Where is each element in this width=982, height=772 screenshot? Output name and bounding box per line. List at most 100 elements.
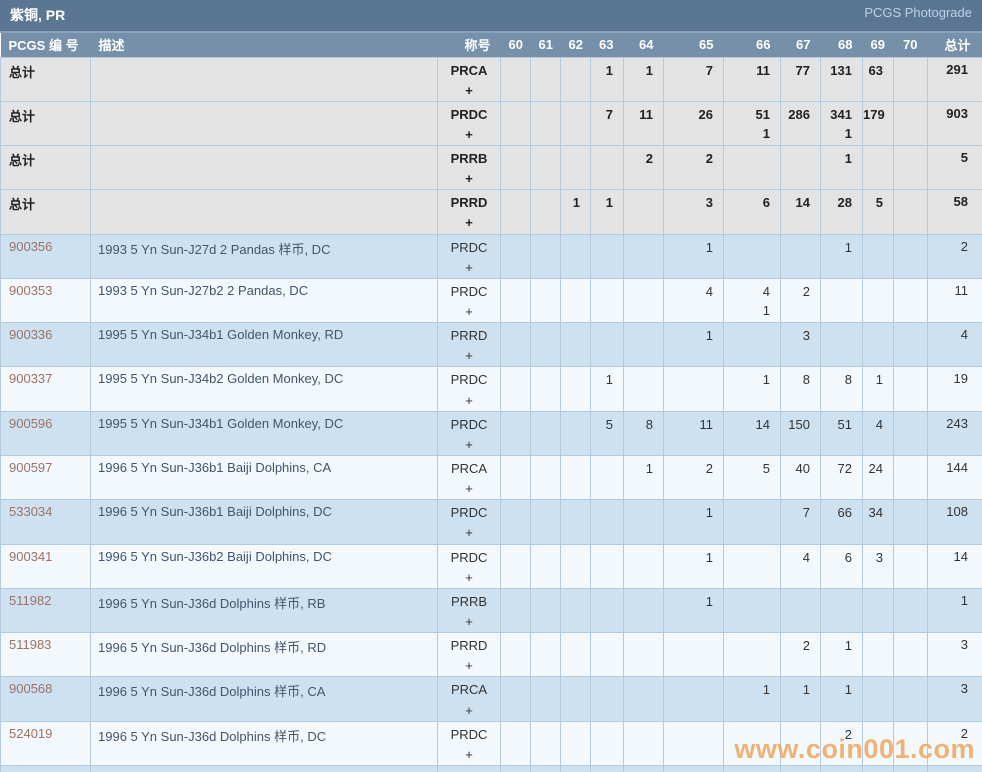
pcgs-number-link[interactable]: 511983 [9, 637, 51, 652]
pcgs-number-header: PCGS 编 号 [0, 33, 91, 57]
pcgs-number-link[interactable]: 900597 [9, 460, 52, 475]
grade-count-cell [500, 366, 531, 412]
grade-count-cell [590, 455, 624, 501]
table-row: 533034 1996 5 Yn Sun-J36b1 Baiji Dolphins… [0, 499, 982, 545]
grade-count-cell [723, 145, 781, 191]
grade-count-cell: 1 [663, 587, 724, 634]
grade-count-cell: 286 [780, 100, 821, 147]
grade-count-cell: 8 [820, 366, 863, 412]
grade-count-cell [893, 277, 928, 324]
pcgs-number-link[interactable]: 511982 [9, 593, 51, 608]
grade-count-cell [560, 499, 591, 545]
grade-count-cell [623, 764, 664, 772]
table-row: 900596 1995 5 Yn Sun-J34b1 Golden Monkey,… [0, 410, 982, 457]
pcgs-number-link[interactable]: 900568 [9, 681, 52, 696]
pcgs-number-link[interactable]: 900336 [9, 327, 52, 342]
grade-count-cell [530, 277, 561, 324]
population-report-page: 紫铜, PR PCGS Photograde PCGS 编 号 描述 称号 60… [0, 0, 982, 772]
table-row: 总计 PRCA +1 1 7 11 77 131 63 291 [0, 56, 982, 102]
grade-count-cell: 4 [862, 410, 894, 457]
pcgs-number-cell: 900337 [0, 366, 91, 412]
grade-count-cell [862, 145, 894, 191]
pcgs-number-link[interactable]: 900596 [9, 416, 52, 431]
grade-count-cell [663, 366, 724, 412]
pcgs-number-link[interactable]: 900356 [9, 239, 52, 254]
pcgs-number-link[interactable]: 533034 [9, 504, 52, 519]
description-header: 描述 [90, 33, 438, 57]
grade-count-cell: 1 [820, 145, 863, 191]
pcgs-number-link[interactable]: 524019 [9, 726, 52, 741]
grade-count-cell: 1 [590, 56, 624, 102]
designation-cell: PRRB + [437, 145, 501, 191]
grade-count-cell [500, 455, 531, 501]
grade-header-64: 64 [623, 33, 664, 57]
grade-count-cell [530, 189, 561, 235]
grade-count-cell [862, 233, 894, 279]
grade-count-cell [500, 145, 531, 191]
total-row-label: 总计 [0, 189, 91, 235]
row-total-cell: 5 [927, 145, 982, 191]
grade-count-cell: 1 [663, 322, 724, 368]
row-total-cell: 58 [927, 189, 982, 235]
grade-count-cell [500, 543, 531, 589]
pcgs-number-link[interactable]: 900353 [9, 283, 52, 298]
pcgs-number-cell: 900596 [0, 410, 91, 457]
grade-count-cell [820, 322, 863, 368]
grade-count-cell: 1 [590, 366, 624, 412]
grade-count-cell [590, 720, 624, 767]
grade-count-cell [893, 366, 928, 412]
grade-count-cell: 5 [590, 410, 624, 457]
table-row: 总计 PRRD +1 1 3 6 14 28 5 58 [0, 189, 982, 235]
pcgs-number-link[interactable]: 900341 [9, 549, 52, 564]
grade-count-cell [723, 720, 781, 767]
table-header-row: PCGS 编 号 描述 称号 60 61 62 63 64 65 66 67 6… [0, 33, 982, 57]
table-row: 900597 1996 5 Yn Sun-J36b1 Baiji Dolphins… [0, 455, 982, 501]
grade-count-cell [530, 233, 561, 279]
grade-count-cell [500, 277, 531, 324]
grade-header-69: 69 [862, 33, 894, 57]
grade-count-cell [560, 277, 591, 324]
grade-count-cell: 6 [820, 543, 863, 589]
grade-count-cell [530, 145, 561, 191]
table-row: 900353 1993 5 Yn Sun-J27b2 2 Pandas, DC PR… [0, 277, 982, 324]
grade-count-cell [530, 764, 561, 772]
grade-count-cell: 179 [862, 100, 894, 147]
designation-cell: PRDC + [437, 277, 501, 324]
description-cell: 1995 5 Yn Sun-J34b1 Golden Monkey, RD [90, 322, 438, 368]
grade-count-cell: 3 [862, 543, 894, 589]
grade-count-cell [530, 632, 561, 678]
table-row: 524019 1996 5 Yn Sun-J36d Dolphins 样币, DC… [0, 720, 982, 767]
grade-count-cell [780, 233, 821, 279]
grade-count-cell [500, 587, 531, 634]
photograde-link[interactable]: PCGS Photograde [864, 5, 972, 20]
description-cell: 1993 5 Yn Sun-J27b2 2 Pandas, DC [90, 277, 438, 324]
grade-count-cell: 2 [780, 632, 821, 678]
grade-count-cell [560, 764, 591, 772]
grade-count-cell [623, 499, 664, 545]
description-cell: 1996 5 Yn Sun-J36b1 Baiji Dolphins, CA [90, 455, 438, 501]
grade-count-cell [590, 543, 624, 589]
row-total-cell: 243 [927, 410, 982, 457]
grade-count-cell [590, 145, 624, 191]
description-cell: 1996 5 Yn Sun-J36d Dolphins 样币, RD [90, 632, 438, 678]
grade-count-cell: 14 [723, 410, 781, 457]
grade-count-cell [530, 100, 561, 147]
table-row: 900341 1996 5 Yn Sun-J36b2 Baiji Dolphins… [0, 543, 982, 589]
grade-count-cell [663, 632, 724, 678]
grade-count-cell: 1 [663, 499, 724, 545]
grade-header-63: 63 [590, 33, 624, 57]
grade-count-cell: 3 [663, 189, 724, 235]
grade-count-cell: 5 [723, 455, 781, 501]
designation-cell: PRRB + [437, 587, 501, 634]
grade-count-cell [893, 322, 928, 368]
grade-count-cell: 63 [862, 56, 894, 102]
total-row-label: 总计 [0, 145, 91, 191]
designation-header: 称号 [437, 33, 501, 57]
grade-count-cell: 131 [820, 56, 863, 102]
pcgs-number-link[interactable]: 900337 [9, 371, 52, 386]
grade-count-cell: 1 [723, 676, 781, 722]
designation-cell: PRRD + [437, 632, 501, 678]
grade-count-cell [560, 56, 591, 102]
grade-count-cell [623, 189, 664, 235]
grade-count-cell: 8 [623, 410, 664, 457]
